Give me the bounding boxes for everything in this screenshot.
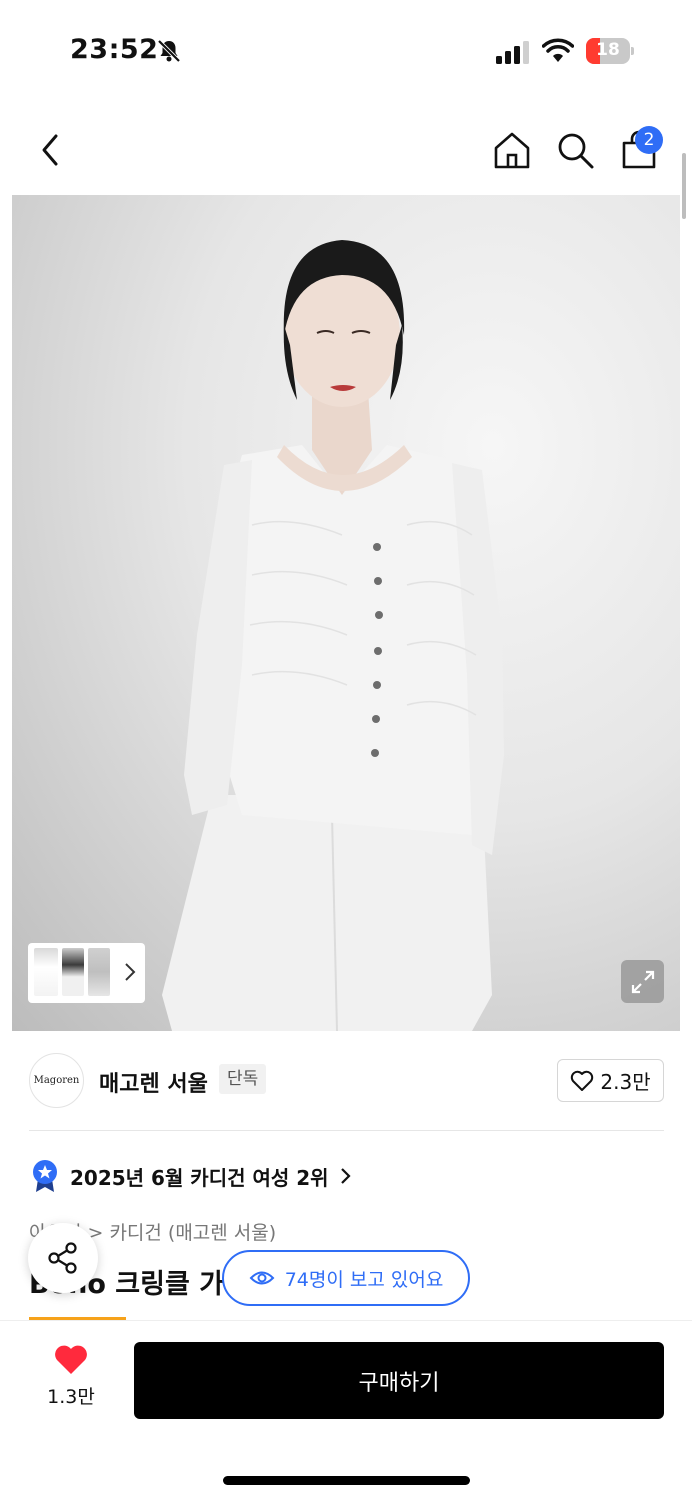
heart-icon — [55, 1345, 87, 1374]
wishlist-button[interactable]: 1.3만 — [40, 1344, 102, 1416]
bell-muted-icon — [157, 39, 181, 63]
search-icon — [558, 133, 594, 169]
battery-level: 18 — [596, 40, 620, 60]
thumbnail-2[interactable] — [62, 948, 84, 996]
chevron-left-icon — [42, 134, 58, 166]
medal-icon — [33, 1160, 57, 1192]
battery-icon: 18 — [586, 38, 634, 64]
status-bar: 23:52 18 — [0, 0, 692, 100]
brand-logo-text: Magoren — [33, 1075, 80, 1086]
status-time: 23:52 — [70, 34, 159, 65]
cart-badge: 2 — [635, 126, 663, 154]
wifi-icon — [542, 38, 574, 62]
brand-logo[interactable]: Magoren — [29, 1053, 84, 1108]
heart-outline-icon — [571, 1070, 594, 1091]
chevron-right-icon — [340, 1168, 351, 1184]
thumbnail-strip[interactable] — [28, 943, 145, 1003]
wishlist-count: 1.3만 — [47, 1386, 95, 1408]
model-illustration — [162, 240, 504, 1031]
exclusive-badge: 단독 — [219, 1064, 267, 1094]
brand-row: Magoren 매고렌 서울 단독 2.3만 — [0, 1040, 692, 1130]
brand-name[interactable]: 매고렌 서울 — [99, 1066, 208, 1098]
ranking-link[interactable]: 2025년 6월 카디건 여성 2위 — [30, 1158, 353, 1194]
chevron-right-icon[interactable] — [123, 961, 137, 983]
expand-button[interactable] — [621, 960, 664, 1003]
signal-icon — [496, 41, 529, 64]
share-button[interactable] — [28, 1223, 98, 1293]
buy-button[interactable]: 구매하기 — [134, 1342, 664, 1419]
brand-like-button[interactable]: 2.3만 — [557, 1059, 664, 1102]
thumbnail-1[interactable] — [34, 948, 58, 996]
divider — [29, 1130, 664, 1131]
home-indicator — [223, 1476, 470, 1485]
search-button[interactable] — [553, 128, 597, 172]
home-button[interactable] — [490, 128, 534, 172]
eye-icon — [249, 1271, 275, 1285]
expand-icon — [631, 970, 654, 993]
back-button[interactable] — [28, 128, 72, 172]
scrollbar[interactable] — [682, 153, 686, 219]
ranking-text: 2025년 6월 카디건 여성 2위 — [70, 1165, 329, 1190]
brand-like-count: 2.3만 — [600, 1070, 651, 1094]
thumbnail-3[interactable] — [88, 948, 110, 996]
home-icon — [494, 132, 530, 169]
viewers-indicator: 74명이 보고 있어요 — [222, 1250, 470, 1306]
viewers-text: 74명이 보고 있어요 — [284, 1268, 444, 1291]
share-icon — [48, 1242, 77, 1274]
product-image[interactable] — [12, 195, 680, 1031]
top-nav — [0, 110, 692, 190]
